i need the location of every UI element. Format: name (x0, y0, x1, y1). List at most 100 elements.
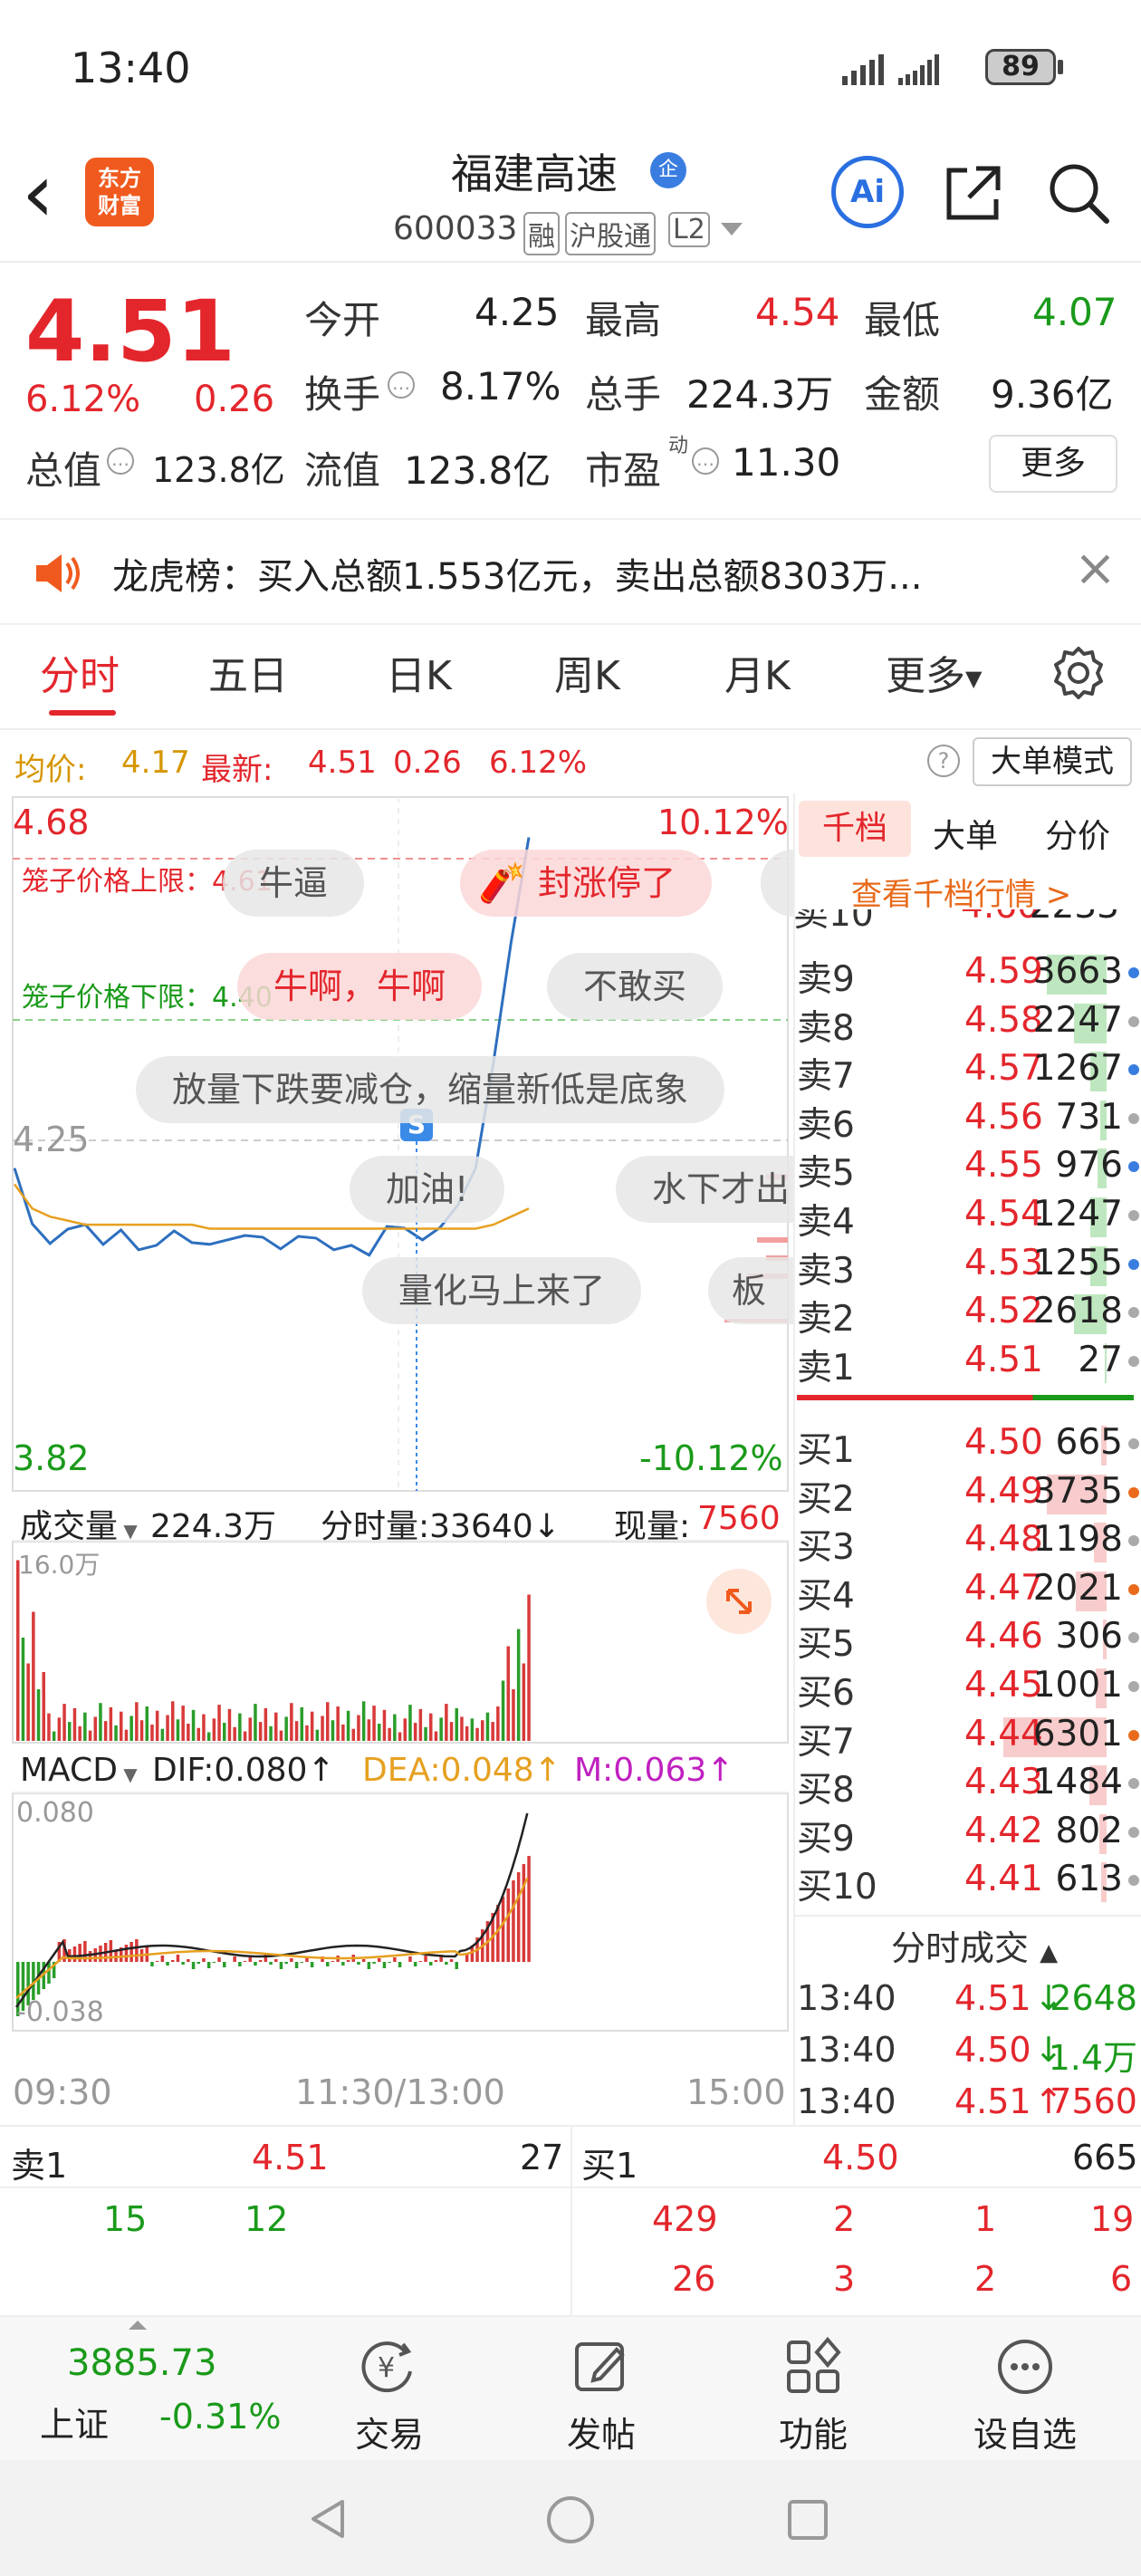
trade-row[interactable]: 13:40 4.50 ↓ 1.4万 (797, 2026, 1137, 2078)
close-icon[interactable]: × (1074, 543, 1117, 594)
volume-bar (321, 1716, 324, 1741)
tab-monthly-k[interactable]: 月K (724, 643, 791, 701)
ask-row[interactable]: 卖8 4.58 2247 (797, 996, 1141, 1049)
cage-lower-label: 笼子价格下限：4.40 (22, 982, 273, 1014)
tab-big-order[interactable]: 大单 (933, 810, 998, 857)
ask-row[interactable]: 卖4 4.54 1247 (797, 1190, 1141, 1243)
bid-row[interactable]: 买10 4.41 613 (797, 1855, 1141, 1908)
volume-bar (310, 1711, 314, 1741)
macd-bar (294, 1962, 299, 1968)
bid-row[interactable]: 买8 4.43 1484 (797, 1758, 1141, 1811)
ask-row[interactable]: 卖6 4.56 731 (797, 1093, 1141, 1146)
macd-bar (258, 1960, 263, 1962)
danmu-bubble[interactable]: 板 (708, 1257, 793, 1324)
home-circle-icon[interactable] (545, 2494, 596, 2545)
bid-price: 4.42 (964, 1810, 1043, 1851)
bid-row[interactable]: 买2 4.49 3735 (797, 1467, 1141, 1520)
ask-row[interactable]: 卖3 4.53 1255 (797, 1239, 1141, 1292)
trade-time: 13:40 (797, 2081, 896, 2121)
volume-bar (351, 1728, 355, 1741)
share-icon[interactable] (942, 161, 1005, 228)
back-triangle-icon[interactable] (306, 2496, 351, 2542)
bid-row[interactable]: 买4 4.47 2021 (797, 1564, 1141, 1617)
info-icon[interactable]: … (692, 447, 719, 475)
search-icon[interactable] (1045, 159, 1112, 230)
tab-level-1000[interactable]: 千档 (799, 801, 911, 857)
macd-bar (408, 1956, 412, 1962)
danmu-bubble[interactable]: 牛啊，牛啊 (237, 953, 483, 1020)
danmu-bubble[interactable]: 放量下跌要减仓，缩量新低是底象 (136, 1056, 725, 1123)
ask-row[interactable]: 卖9 4.59 3663 (797, 947, 1141, 1000)
index-value[interactable]: 3885.73 (67, 2342, 216, 2384)
danmu-bubble[interactable]: 牛逼 (223, 850, 365, 917)
ask-row[interactable]: 卖2 4.52 2618 (797, 1287, 1141, 1340)
index-name[interactable]: 上证 (40, 2397, 109, 2446)
nav-post[interactable]: 发帖 (529, 2335, 674, 2456)
ask-volume: 731 (1055, 1096, 1123, 1138)
volume-bar (139, 1720, 144, 1741)
tab-five-day[interactable]: 五日 (208, 643, 288, 701)
trades-title[interactable]: 分时成交 ▲ (891, 1920, 1058, 1970)
trade-row[interactable]: 13:40 4.51 ↓ 2648 (797, 1975, 1137, 2023)
chevron-up-icon[interactable] (129, 2321, 147, 2330)
longhubang-banner[interactable]: 龙虎榜：买入总额1.553亿元，卖出总额8303万... × (0, 518, 1141, 625)
index-pct[interactable]: -0.31% (159, 2397, 281, 2437)
ask-row[interactable]: 卖7 4.57 1267 (797, 1044, 1141, 1097)
info-icon[interactable]: … (107, 447, 134, 475)
settings-gear-icon[interactable] (1050, 645, 1107, 705)
danmu-bubble[interactable]: 🧨 封涨停了 (460, 850, 713, 917)
nav-custom[interactable]: 设自选 (953, 2335, 1098, 2456)
macd-bar (284, 1962, 288, 1964)
view-level-1000-link[interactable]: 查看千档行情 > (851, 870, 1071, 914)
danmu-bubble[interactable]: 不敢买 (547, 953, 724, 1020)
bid-row[interactable]: 买1 4.50 665 (797, 1418, 1141, 1471)
bid-row[interactable]: 买6 4.45 1001 (797, 1661, 1141, 1714)
open-value: 4.25 (475, 290, 560, 334)
tab-more[interactable]: 更多▼ (886, 643, 982, 701)
nav-functions[interactable]: 功能 (741, 2335, 886, 2456)
tab-intraday[interactable]: 分时 (40, 643, 120, 701)
volume-selector[interactable]: 成交量 ▼ (20, 1500, 138, 1547)
ask-volume: 3663 (1032, 951, 1123, 992)
macd-selector[interactable]: MACD ▼ (20, 1752, 138, 1789)
danmu-bubble[interactable]: 量化马上来了 (362, 1257, 642, 1324)
big-order-mode-button[interactable]: 大单模式 (973, 737, 1132, 786)
info-icon[interactable]: … (388, 371, 415, 399)
expand-icon[interactable] (706, 1569, 772, 1634)
y-top-pct-label: 10.12% (657, 803, 789, 842)
bid-row[interactable]: 买5 4.46 306 (797, 1612, 1141, 1665)
macd-bar (233, 1956, 236, 1962)
tab-weekly-k[interactable]: 周K (554, 643, 620, 701)
ask-label: 卖10 (793, 909, 874, 931)
volume-bar (72, 1707, 77, 1741)
trade-row[interactable]: 13:40 4.51 ↑ 7560 (797, 2078, 1137, 2127)
stock-header: ‹ 东方 财富 福建高速 企 600033 融 沪股通 L2 Ai (0, 136, 1141, 263)
ask-row-partial: 卖10 4.60 2233 (793, 909, 1137, 931)
macd-frame (12, 1793, 789, 2032)
recents-square-icon[interactable] (784, 2496, 831, 2543)
ask-volume: 2233 (1030, 909, 1119, 927)
help-icon[interactable]: ? (927, 745, 960, 777)
ask-row[interactable]: 卖1 4.51 27 (797, 1336, 1141, 1389)
queue-bid-order: 3 (833, 2259, 856, 2299)
danmu-bubble[interactable]: 水下才出 (616, 1156, 793, 1223)
tab-daily-k[interactable]: 日K (386, 643, 452, 701)
bid-status-dot (1128, 1826, 1139, 1838)
macd-header: MACD ▼ DIF:0.080↑ DEA:0.048↑ M:0.063↑ (13, 1743, 788, 1793)
bid-row[interactable]: 买3 4.48 1198 (797, 1515, 1141, 1568)
nav-post-label: 发帖 (566, 2415, 636, 2455)
ai-button[interactable]: Ai (831, 156, 904, 228)
ask-row[interactable]: 卖5 4.55 976 (797, 1141, 1141, 1194)
volume-label: 成交量 (20, 1508, 119, 1545)
macd-bottom-label: -0.038 (16, 1996, 104, 2028)
chevron-down-icon[interactable] (721, 223, 743, 235)
volume-bar (279, 1730, 283, 1741)
tab-price-dist[interactable]: 分价 (1045, 810, 1110, 857)
more-button[interactable]: 更多 (989, 435, 1117, 493)
nav-trade[interactable]: ¥ 交易 (317, 2335, 462, 2456)
danmu-bubble[interactable]: 加油! (350, 1156, 505, 1223)
bid-row[interactable]: 买9 4.42 802 (797, 1807, 1141, 1860)
volume-bar (238, 1713, 242, 1741)
back-icon[interactable]: ‹ (22, 153, 54, 235)
bid-row[interactable]: 买7 4.44 6301 (797, 1710, 1141, 1763)
